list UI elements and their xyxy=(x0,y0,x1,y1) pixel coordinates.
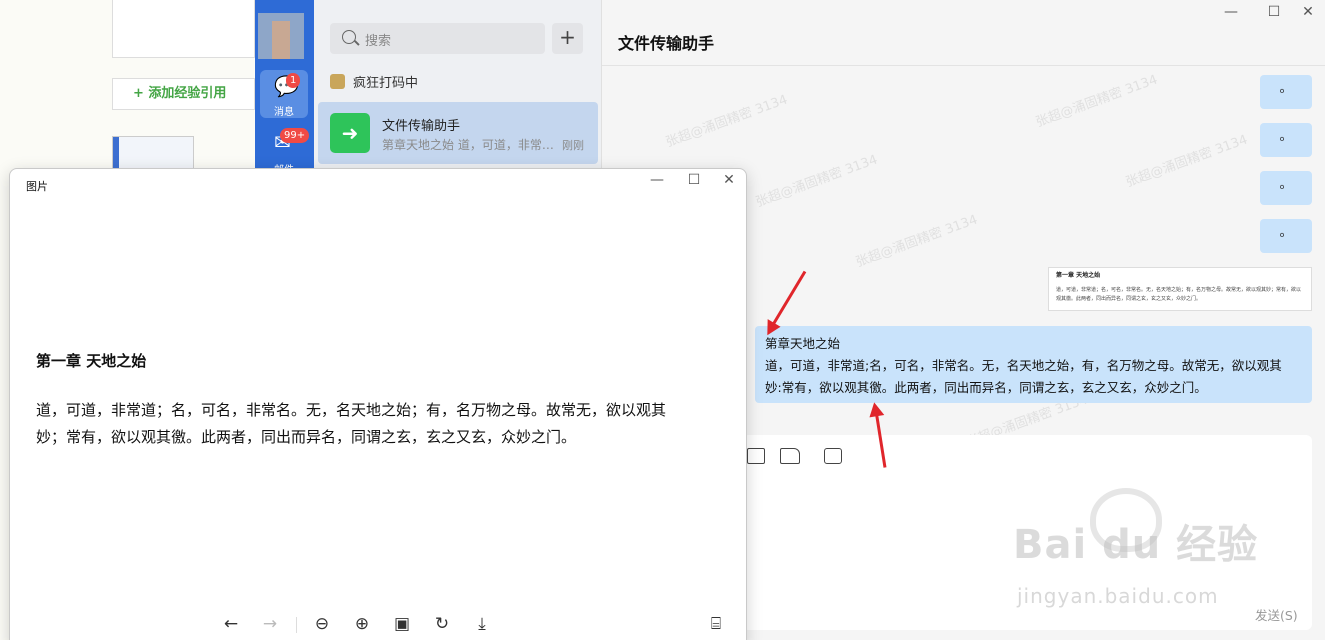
search-icon xyxy=(342,30,356,44)
add-reference-button[interactable]: + 添加经验引用 xyxy=(112,78,255,110)
send-button[interactable]: 发送(S) xyxy=(1255,605,1298,624)
mail-badge: 99+ xyxy=(280,128,310,143)
rotate-icon[interactable]: ↻ xyxy=(431,613,453,635)
chat-item-time: 刚刚 xyxy=(562,139,584,152)
watermark: 张超@涌固精密 3134 xyxy=(1033,72,1160,131)
search-placeholder: 搜索 xyxy=(365,34,392,49)
image-message-body: 道，可道，非常道；名，可名，非常名。无，名天地之始；有，名万物之母。故常无，欲以… xyxy=(1056,287,1302,302)
chat-item-name: 文件传输助手 xyxy=(382,119,461,134)
zoom-out-icon[interactable]: ⊖ xyxy=(311,613,333,635)
worker-icon xyxy=(330,74,345,89)
minimize-button[interactable]: — xyxy=(1223,4,1239,20)
chat-list-item[interactable]: ➜ 文件传输助手 第章天地之始 道，可道，非常… 刚刚 xyxy=(318,102,598,164)
document-heading: 第一章 天地之始 xyxy=(36,352,147,370)
viewer-minimize-button[interactable]: — xyxy=(648,172,666,188)
close-button[interactable]: ✕ xyxy=(1300,4,1316,20)
download-icon[interactable]: ⤓ xyxy=(471,613,493,635)
folder-icon[interactable] xyxy=(780,448,800,464)
baidu-jingyan-url: jingyan.baidu.com xyxy=(1017,584,1219,608)
baidu-jingyan-logo: Bai du 经验 xyxy=(1013,522,1259,568)
watermark: 张超@涌固精密 3134 xyxy=(1123,132,1250,191)
back-arrow-icon[interactable]: ← xyxy=(220,613,242,635)
chat-history-icon[interactable] xyxy=(747,448,765,464)
text-message-line: 第章天地之始 xyxy=(765,336,841,351)
ocr-scan-icon[interactable]: ⌸ xyxy=(705,613,727,635)
toolbar-divider xyxy=(296,617,297,633)
watermark: 张超@涌固精密 3134 xyxy=(753,152,880,211)
maximize-button[interactable]: ☐ xyxy=(1266,4,1282,20)
add-button[interactable]: + xyxy=(552,23,583,54)
document-line: 妙；常有，欲以观其徼。此两者，同出而异名，同谓之玄，玄之又玄，众妙之门。 xyxy=(36,428,577,446)
nav-item-messages[interactable]: 💬 1 消息 xyxy=(260,70,308,118)
nav-item-mail[interactable]: ✉ 99+ 邮件 xyxy=(260,126,310,176)
text-message-line: 妙:常有，欲以观其徼。此两者，同出而异名，同谓之玄，玄之又玄，众妙之门。 xyxy=(765,380,1207,395)
fit-window-icon[interactable]: ▣ xyxy=(391,613,413,635)
typing-status: 疯狂打码中 xyxy=(330,72,418,91)
chat-title: 文件传输助手 xyxy=(618,34,715,53)
image-viewer-window: 图片 — ☐ ✕ 第一章 天地之始 道，可道，非常道；名，可名，非常名。无，名天… xyxy=(9,168,747,640)
search-input[interactable]: 搜索 xyxy=(330,23,545,54)
document-line: 道，可道，非常道；名，可名，非常名。无，名天地之始；有，名万物之母。故常无，欲以… xyxy=(36,401,667,419)
viewer-title: 图片 xyxy=(26,180,48,193)
forward-arrow-icon[interactable]: → xyxy=(259,613,281,635)
image-message[interactable]: 第一章 天地之始 道，可道，非常道；名，可名，非常名。无，名天地之始；有，名万物… xyxy=(1048,267,1312,311)
nav-messages-label: 消息 xyxy=(274,107,294,118)
message-bubble[interactable]: 。 xyxy=(1260,171,1312,205)
viewer-maximize-button[interactable]: ☐ xyxy=(685,172,703,188)
background-text-box xyxy=(112,0,255,58)
document-body: 道，可道，非常道；名，可名，非常名。无，名天地之始；有，名万物之母。故常无，欲以… xyxy=(36,397,726,451)
message-bubble[interactable]: 。 xyxy=(1260,123,1312,157)
typing-status-text: 疯狂打码中 xyxy=(353,76,419,91)
text-message-bubble[interactable]: 第章天地之始 道，可道，非常道;名，可名，非常名。无，名天地之始，有，名万物之母… xyxy=(755,326,1312,403)
watermark: 张超@涌固精密 3134 xyxy=(663,92,790,151)
text-message-line: 道，可道，非常道;名，可名，非常名。无，名天地之始，有，名万物之母。故常无，欲以… xyxy=(765,358,1282,373)
file-transfer-icon: ➜ xyxy=(330,113,370,153)
chat-header: 文件传输助手 — ☐ ✕ xyxy=(602,0,1325,66)
avatar[interactable] xyxy=(258,13,304,59)
zoom-in-icon[interactable]: ⊕ xyxy=(351,613,373,635)
screenshot-icon[interactable] xyxy=(824,448,842,464)
message-bubble[interactable]: 。 xyxy=(1260,75,1312,109)
watermark: 张超@涌固精密 3134 xyxy=(853,212,980,271)
message-bubble[interactable]: 。 xyxy=(1260,219,1312,253)
image-message-title: 第一章 天地之始 xyxy=(1056,272,1101,279)
viewer-close-button[interactable]: ✕ xyxy=(720,172,738,188)
chat-item-preview: 第章天地之始 道，可道，非常… xyxy=(382,138,554,152)
